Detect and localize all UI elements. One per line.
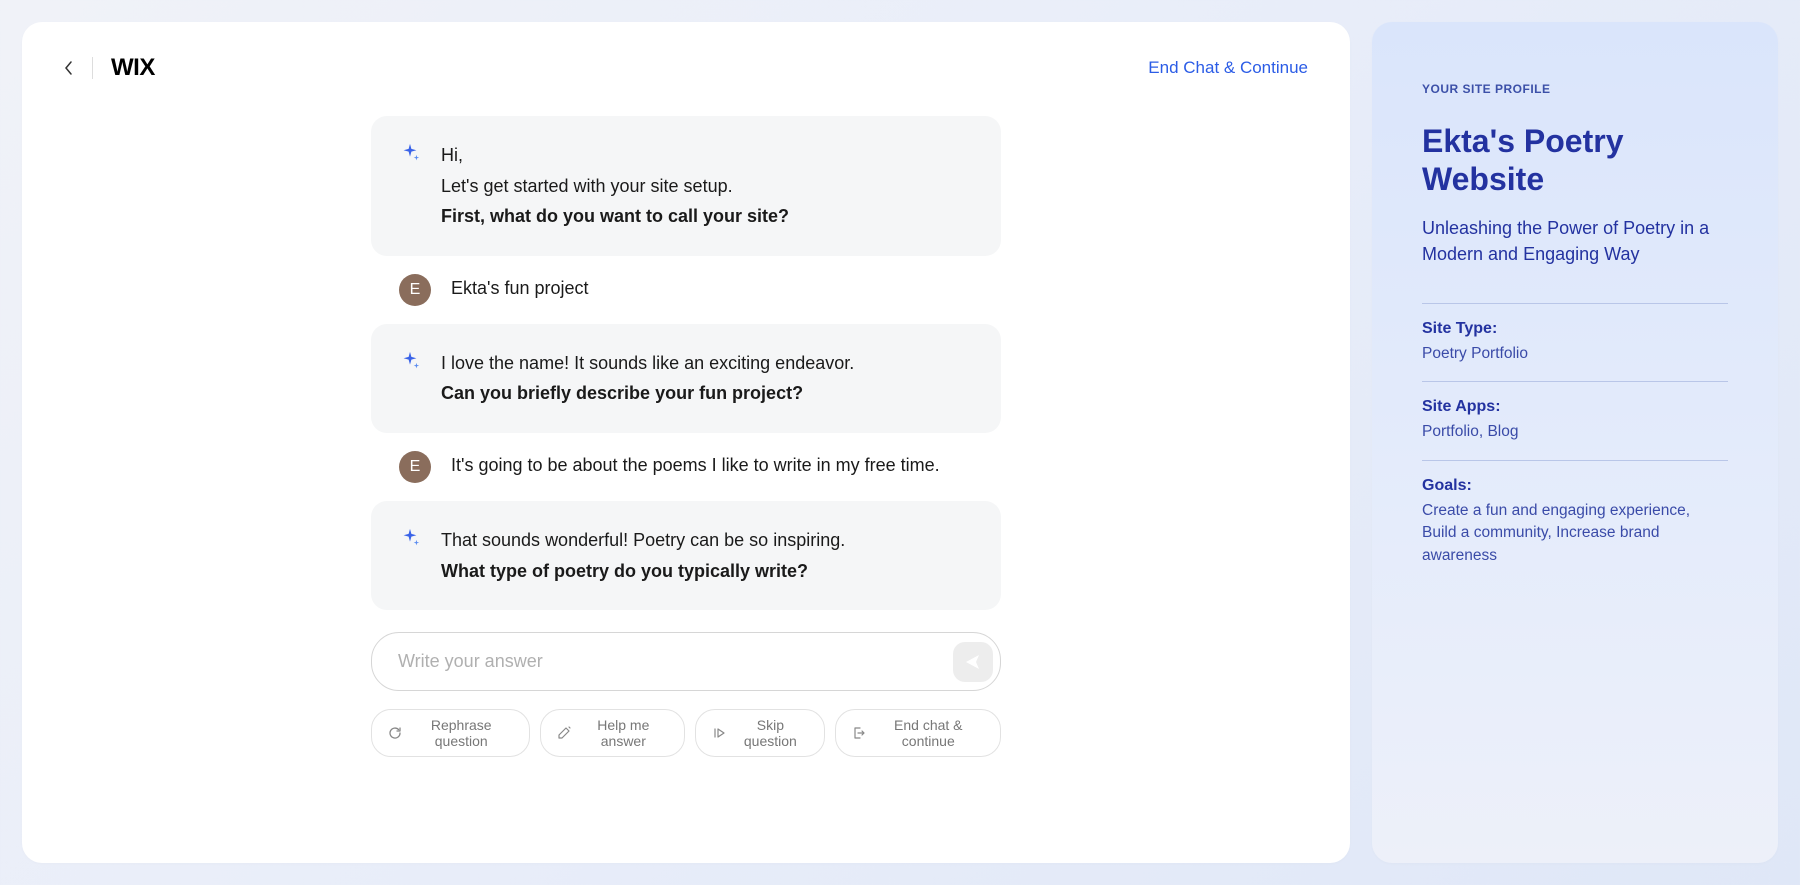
user-avatar: E [399,451,431,483]
chat-stream: Hi,Let's get started with your site setu… [371,116,1001,610]
input-row [371,632,1001,691]
ai-message: I love the name! It sounds like an excit… [371,324,1001,433]
user-message: E Ekta's fun project [371,274,1001,306]
chat-container: Hi,Let's get started with your site setu… [64,116,1308,835]
pill-label: End chat & continue [873,717,984,749]
pill-label: Rephrase question [409,717,513,749]
end-chat-button[interactable]: End chat & continue [835,709,1001,757]
sparkle-icon [399,350,421,372]
ai-message-question: Can you briefly describe your fun projec… [441,378,973,409]
ai-message-body: I love the name! It sounds like an excit… [441,348,973,409]
refresh-icon [388,726,402,741]
skip-button[interactable]: Skip question [695,709,824,757]
profile-field-label: Site Type: [1422,320,1728,338]
end-chat-link[interactable]: End Chat & Continue [1148,58,1308,78]
exit-icon [852,726,866,741]
header-left: WIX [64,54,155,82]
divider [92,57,93,79]
main-chat-panel: WIX End Chat & Continue Hi,Let's get sta… [22,22,1350,863]
profile-field-label: Site Apps: [1422,398,1728,416]
profile-field-value: Portfolio, Blog [1422,421,1728,443]
action-row: Rephrase question Help me answer Skip qu… [371,709,1001,757]
ai-message-line: Let's get started with your site setup. [441,171,973,202]
ai-message: That sounds wonderful! Poetry can be so … [371,501,1001,610]
sparkle-icon [399,527,421,549]
header: WIX End Chat & Continue [64,54,1308,82]
user-message: E It's going to be about the poems I like… [371,451,1001,483]
input-area: Rephrase question Help me answer Skip qu… [371,632,1001,757]
profile-field: Site Apps: Portfolio, Blog [1422,381,1728,459]
pencil-sparkle-icon [557,726,571,741]
site-profile-panel: YOUR SITE PROFILE Ekta's Poetry Website … [1372,22,1778,863]
ai-message-question: What type of poetry do you typically wri… [441,556,973,587]
wix-logo: WIX [111,54,155,82]
user-avatar: E [399,274,431,306]
chevron-left-icon [64,60,74,76]
ai-message-line: I love the name! It sounds like an excit… [441,348,973,379]
profile-field-value: Poetry Portfolio [1422,343,1728,365]
send-icon [964,653,982,671]
send-button[interactable] [953,642,993,682]
ai-message-line: That sounds wonderful! Poetry can be so … [441,525,973,556]
user-message-text: It's going to be about the poems I like … [451,451,940,476]
profile-subtitle: Unleashing the Power of Poetry in a Mode… [1422,215,1728,267]
back-button[interactable] [64,60,74,76]
ai-message: Hi,Let's get started with your site setu… [371,116,1001,256]
help-answer-button[interactable]: Help me answer [540,709,685,757]
profile-fields: Site Type: Poetry Portfolio Site Apps: Port… [1422,303,1728,583]
ai-message-body: That sounds wonderful! Poetry can be so … [441,525,973,586]
skip-icon [712,726,726,741]
ai-message-question: First, what do you want to call your sit… [441,201,973,232]
answer-input[interactable] [371,632,1001,691]
rephrase-button[interactable]: Rephrase question [371,709,530,757]
profile-title: Ekta's Poetry Website [1422,122,1728,199]
profile-field: Goals: Create a fun and engaging experien… [1422,460,1728,583]
pill-label: Help me answer [578,717,668,749]
user-message-text: Ekta's fun project [451,274,589,299]
profile-field: Site Type: Poetry Portfolio [1422,303,1728,381]
pill-label: Skip question [733,717,807,749]
sparkle-icon [399,142,421,164]
profile-field-value: Create a fun and engaging experience, Bu… [1422,500,1728,567]
ai-message-body: Hi,Let's get started with your site setu… [441,140,973,232]
ai-message-line: Hi, [441,140,973,171]
profile-field-label: Goals: [1422,477,1728,495]
profile-kicker: YOUR SITE PROFILE [1422,82,1728,96]
